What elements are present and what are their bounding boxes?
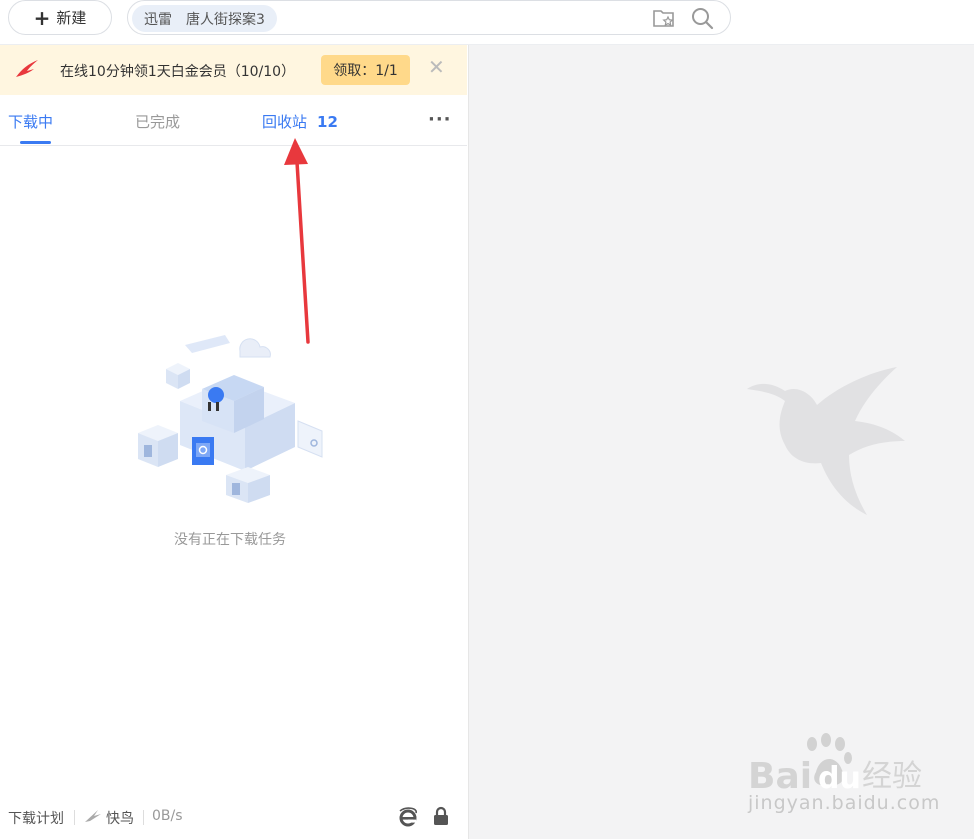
more-icon[interactable]: ··· [428,109,452,130]
download-plan-label: 下载计划 [8,811,64,827]
tab-recycle-bin[interactable]: 回收站 12 [262,111,338,132]
tab-bar: 下载中 已完成 回收站 12 ··· [0,95,467,146]
detail-panel [468,45,974,839]
status-bar: 下载计划 快鸟 0B/s [0,803,467,839]
browser-ie-icon[interactable] [398,807,418,831]
empty-state-message: 没有正在下载任务 [174,532,286,548]
divider [74,810,75,825]
search-chip-app: 迅雷 [144,11,172,28]
top-toolbar: + 新建 迅雷 唐人街探案3 [0,0,974,45]
watermark-bai: Bai [748,756,812,797]
annotation-arrow [282,138,314,348]
xunlei-bird-placeholder-icon [745,363,905,519]
search-chip[interactable]: 迅雷 唐人街探案3 [132,5,277,32]
kuainiao-button[interactable]: 快鸟 [84,808,134,828]
tab-completed[interactable]: 已完成 [135,111,180,132]
lock-icon[interactable] [432,806,450,830]
divider [143,810,144,825]
kuainiao-bird-icon [84,808,102,828]
active-tab-indicator [20,141,51,144]
xunlei-bird-logo-icon [14,57,40,85]
claim-button[interactable]: 领取：1/1 [321,55,410,85]
tab-recycle-label: 回收站 [262,113,308,131]
empty-state-illustration [130,321,330,510]
search-input[interactable]: 迅雷 唐人街探案3 [127,0,731,35]
close-icon[interactable]: ✕ [428,57,445,77]
plus-icon: + [33,5,51,30]
download-list-panel: 在线10分钟领1天白金会员（10/10） 领取：1/1 ✕ 下载中 已完成 回收… [0,45,467,839]
kuainiao-label: 快鸟 [106,811,134,827]
new-task-label: 新建 [56,9,87,27]
banner-text: 在线10分钟领1天白金会员（10/10） [60,64,296,80]
search-icon[interactable] [690,6,714,34]
vip-promo-banner: 在线10分钟领1天白金会员（10/10） 领取：1/1 ✕ [0,45,467,95]
search-chip-query: 唐人街探案3 [186,11,265,28]
watermark-site: jingyan.baidu.com [748,792,941,814]
watermark-du: du [818,761,861,796]
new-task-button[interactable]: + 新建 [8,0,112,35]
tab-downloading[interactable]: 下载中 [8,111,53,132]
download-speed: 0B/s [152,808,183,824]
folder-star-icon[interactable] [652,7,676,33]
download-plan-link[interactable]: 下载计划 [8,808,64,828]
watermark-cn: 经验 [862,759,922,794]
recycle-count-badge: 12 [317,113,338,131]
